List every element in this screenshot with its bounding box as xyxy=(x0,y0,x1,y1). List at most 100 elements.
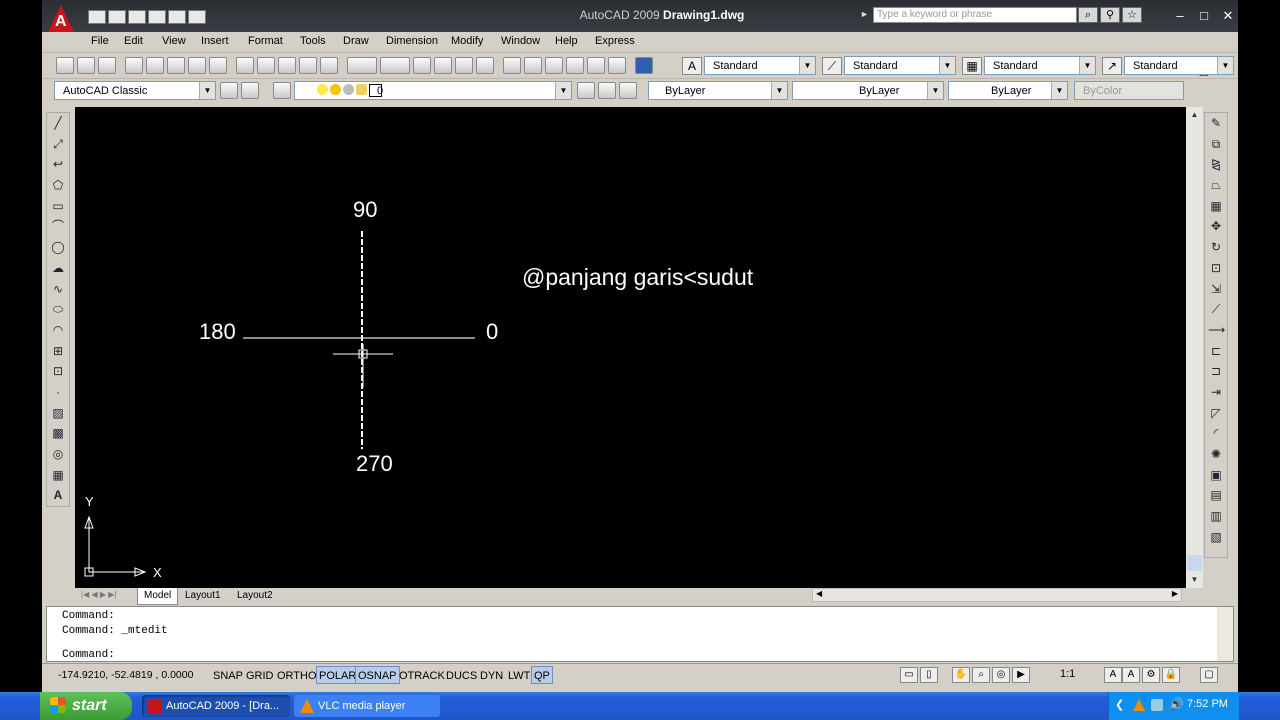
extend-icon[interactable]: ⟶ xyxy=(1208,322,1225,338)
network-icon[interactable] xyxy=(1151,699,1163,711)
table-style-dropdown[interactable]: Standard ▼ xyxy=(984,56,1096,75)
tab-model[interactable]: Model xyxy=(137,588,179,605)
plot-preview-icon[interactable] xyxy=(146,57,164,74)
scale-icon[interactable]: ⊡ xyxy=(1208,260,1224,276)
copy-icon[interactable] xyxy=(257,57,275,74)
gradient-icon[interactable]: ▩ xyxy=(50,425,66,441)
redo-arrow-icon[interactable] xyxy=(380,57,410,74)
chevron-down-icon[interactable]: ▼ xyxy=(199,82,215,99)
snap-toggle[interactable]: SNAP xyxy=(210,666,246,684)
chevron-down-icon[interactable]: ▼ xyxy=(1079,57,1095,74)
multileader-style-dropdown[interactable]: Standard ▼ xyxy=(1124,56,1234,75)
scroll-thumb[interactable] xyxy=(1187,555,1202,571)
ducs-toggle[interactable]: DUCS xyxy=(443,666,480,684)
cut-icon[interactable] xyxy=(236,57,254,74)
menu-help[interactable]: Help xyxy=(555,35,578,47)
spline-icon[interactable]: ∿ xyxy=(50,281,66,297)
viewport-freeze-icon[interactable] xyxy=(343,84,354,95)
command-prompt[interactable]: Command: xyxy=(62,649,115,661)
open-file-icon[interactable] xyxy=(77,57,95,74)
trim-icon[interactable]: ⟋ xyxy=(1208,301,1224,317)
zoom-icon[interactable]: ⌕ xyxy=(972,667,990,683)
command-window[interactable]: Command: Command: _mtedit Command: xyxy=(46,606,1234,662)
start-button[interactable]: start xyxy=(40,692,132,720)
scroll-left-icon[interactable]: ◀ xyxy=(816,589,822,598)
fillet-icon[interactable]: ◜ xyxy=(1208,425,1224,441)
join-icon[interactable]: ⇥ xyxy=(1208,384,1224,400)
chevron-down-icon[interactable]: ▼ xyxy=(555,82,571,99)
menu-format[interactable]: Format xyxy=(248,35,283,47)
drawing-area[interactable] xyxy=(75,107,1186,588)
properties-icon[interactable] xyxy=(503,57,521,74)
close-button[interactable]: ✕ xyxy=(1218,6,1238,26)
color-dropdown[interactable]: ByLayer ▼ xyxy=(648,81,788,100)
search-icon[interactable]: ⌕ xyxy=(1078,7,1098,23)
chevron-down-icon[interactable]: ▼ xyxy=(771,82,787,99)
plot-button-icon[interactable] xyxy=(125,57,143,74)
horizontal-scrollbar[interactable]: ◀ ▶ xyxy=(812,588,1182,602)
polyline-icon[interactable]: ↩ xyxy=(50,156,66,172)
construction-line-icon[interactable]: ⤢ xyxy=(50,136,66,152)
model-space-icon[interactable]: ▭ xyxy=(900,667,918,683)
zoom-previous-icon[interactable] xyxy=(476,57,494,74)
minimize-button[interactable]: – xyxy=(1170,6,1190,26)
workspace-settings-icon[interactable] xyxy=(220,82,238,99)
chevron-down-icon[interactable]: ▼ xyxy=(799,57,815,74)
chevron-down-icon[interactable]: ▼ xyxy=(939,57,955,74)
zoom-realtime-icon[interactable] xyxy=(434,57,452,74)
menu-modify[interactable]: Modify xyxy=(451,35,483,47)
menu-edit[interactable]: Edit xyxy=(124,35,143,47)
tab-layout1[interactable]: Layout1 xyxy=(179,588,227,604)
design-center-icon[interactable] xyxy=(524,57,542,74)
point-icon[interactable]: · xyxy=(50,384,66,400)
undo-arrow-icon[interactable] xyxy=(347,57,377,74)
dim-style-dropdown[interactable]: Standard ▼ xyxy=(844,56,956,75)
undo-icon[interactable] xyxy=(168,10,186,24)
plot-icon[interactable] xyxy=(148,10,166,24)
auto-scale-icon[interactable]: A xyxy=(1122,667,1140,683)
text-style-icon[interactable]: A xyxy=(682,57,702,75)
erase-icon[interactable]: ✎ xyxy=(1208,115,1224,131)
save-file-icon[interactable] xyxy=(98,57,116,74)
otrack-toggle[interactable]: OTRACK xyxy=(396,666,448,684)
showmotion-icon[interactable]: ▶ xyxy=(1012,667,1030,683)
markup-icon[interactable] xyxy=(587,57,605,74)
bring-above-icon[interactable]: ▥ xyxy=(1208,508,1224,524)
draw-order-back-icon[interactable]: ▤ xyxy=(1208,487,1224,503)
menu-draw[interactable]: Draw xyxy=(343,35,369,47)
search-expand-icon[interactable]: ► xyxy=(860,9,869,19)
vlc-tray-icon[interactable] xyxy=(1133,699,1145,711)
help-icon[interactable] xyxy=(635,57,653,74)
copy-object-icon[interactable]: ⧉ xyxy=(1208,136,1224,152)
taskbar-vlc[interactable]: VLC media player xyxy=(294,695,440,717)
maximize-button[interactable]: □ xyxy=(1194,6,1214,26)
polygon-icon[interactable]: ⬠ xyxy=(50,177,66,193)
layer-properties-icon[interactable] xyxy=(273,82,291,99)
scroll-right-icon[interactable]: ▶ xyxy=(1172,589,1178,598)
scroll-up-icon[interactable]: ▲ xyxy=(1186,107,1203,123)
taskbar-autocad[interactable]: AutoCAD 2009 - [Dra... xyxy=(142,695,290,717)
grid-toggle[interactable]: GRID xyxy=(243,666,277,684)
region-icon[interactable]: ◎ xyxy=(50,446,66,462)
block-editor-icon[interactable] xyxy=(320,57,338,74)
text-style-dropdown[interactable]: Standard ▼ xyxy=(704,56,816,75)
menu-express[interactable]: Express xyxy=(595,35,635,47)
volume-icon[interactable]: 🔊 xyxy=(1169,697,1184,711)
break-icon[interactable]: ⊐ xyxy=(1208,363,1224,379)
circle-icon[interactable]: ◯ xyxy=(50,239,66,255)
sun-icon[interactable] xyxy=(330,84,341,95)
lightbulb-icon[interactable] xyxy=(317,84,328,95)
workspace-dropdown[interactable]: AutoCAD Classic ▼ xyxy=(54,81,216,100)
tool-palettes-icon[interactable] xyxy=(545,57,563,74)
open-icon[interactable] xyxy=(108,10,126,24)
layer-dropdown[interactable]: 0 ▼ xyxy=(294,81,572,100)
make-layer-current-icon[interactable] xyxy=(577,82,595,99)
explode-icon[interactable]: ✺ xyxy=(1208,446,1224,462)
menu-tools[interactable]: Tools xyxy=(300,35,326,47)
lock-icon[interactable] xyxy=(356,84,367,95)
tab-nav-arrows[interactable]: |◀ ◀ ▶ ▶| xyxy=(81,590,116,599)
array-icon[interactable]: ▦ xyxy=(1208,198,1224,214)
arc-icon[interactable]: ⌒ xyxy=(50,218,66,234)
menu-dimension[interactable]: Dimension xyxy=(386,35,438,47)
paste-icon[interactable] xyxy=(278,57,296,74)
